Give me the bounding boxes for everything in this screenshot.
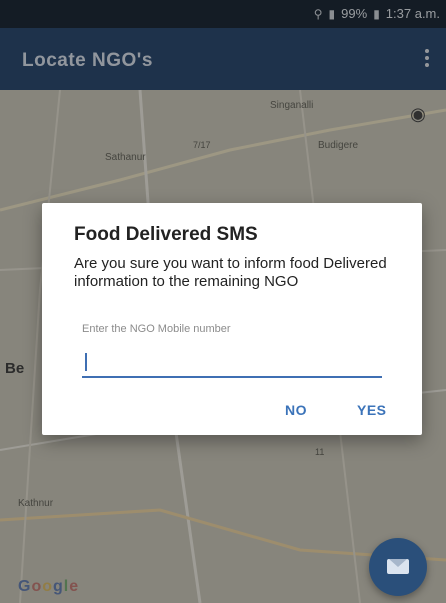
email-icon [387,559,409,574]
mobile-number-label: Enter the NGO Mobile number [82,323,231,335]
dialog-title: Food Delivered SMS [74,224,258,245]
send-sms-fab[interactable] [369,538,427,596]
text-cursor [85,353,87,371]
no-button[interactable]: NO [279,401,313,419]
dialog-message: Are you sure you want to inform food Del… [74,255,387,290]
food-delivered-dialog: Food Delivered SMS Are you sure you want… [42,203,422,435]
mobile-number-input[interactable] [82,346,382,378]
yes-button[interactable]: YES [351,401,393,419]
